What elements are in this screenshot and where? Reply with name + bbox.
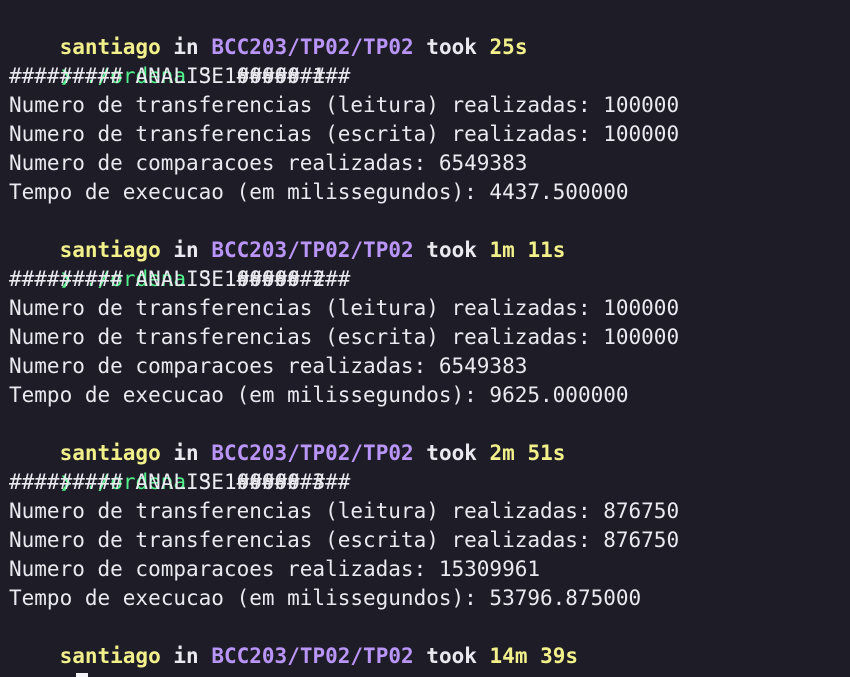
output-line: Numero de transferencias (leitura) reali… (9, 499, 680, 523)
text-cursor[interactable] (76, 672, 89, 677)
prompt-path: BCC203/TP02/TP02 (211, 35, 414, 59)
output-line: Numero de comparacoes realizadas: 153099… (9, 557, 541, 581)
prompt-in-word: in (173, 441, 199, 465)
prompt-user: santiago (59, 644, 161, 668)
output-line: Numero de transferencias (escrita) reali… (9, 325, 680, 349)
output-line: Numero de transferencias (leitura) reali… (9, 93, 680, 117)
terminal-window[interactable]: santiago in BCC203/TP02/TP02 took 25s ❯ … (0, 0, 850, 677)
prompt-duration: 2m 51s (489, 441, 566, 465)
prompt-status-line: santiago in BCC203/TP02/TP02 took 2m 51s (9, 410, 850, 465)
prompt-path: BCC203/TP02/TP02 (211, 441, 414, 465)
output-line: Tempo de execucao (em milissegundos): 44… (9, 180, 629, 204)
prompt-user: santiago (59, 35, 161, 59)
output-line: ######### ANALISE ######### (9, 470, 351, 494)
prompt-duration: 14m 39s (489, 644, 579, 668)
prompt-took-word: took (426, 35, 477, 59)
prompt-in-word: in (173, 644, 199, 668)
prompt-took-word: took (426, 644, 477, 668)
prompt-duration: 25s (489, 35, 528, 59)
output-line: Numero de comparacoes realizadas: 654938… (9, 354, 528, 378)
prompt-status-line: santiago in BCC203/TP02/TP02 took 14m 39… (9, 613, 850, 668)
output-line: Tempo de execucao (em milissegundos): 96… (9, 383, 629, 407)
prompt-user: santiago (59, 238, 161, 262)
output-line: ######### ANALISE ######### (9, 267, 351, 291)
prompt-in-word: in (173, 238, 199, 262)
prompt-path: BCC203/TP02/TP02 (211, 644, 414, 668)
output-line: Numero de transferencias (leitura) reali… (9, 296, 680, 320)
prompt-arrow-icon: ❯ (60, 673, 73, 677)
output-line: ######### ANALISE ######### (9, 64, 351, 88)
output-line: Tempo de execucao (em milissegundos): 53… (9, 586, 642, 610)
output-line: Numero de transferencias (escrita) reali… (9, 528, 680, 552)
prompt-status-line: santiago in BCC203/TP02/TP02 took 1m 11s (9, 207, 850, 262)
output-line: Numero de comparacoes realizadas: 654938… (9, 151, 528, 175)
prompt-status-line: santiago in BCC203/TP02/TP02 took 25s (9, 4, 850, 59)
prompt-user: santiago (59, 441, 161, 465)
prompt-in-word: in (173, 35, 199, 59)
prompt-duration: 1m 11s (489, 238, 566, 262)
prompt-took-word: took (426, 441, 477, 465)
output-line: Numero de transferencias (escrita) reali… (9, 122, 680, 146)
prompt-path: BCC203/TP02/TP02 (211, 238, 414, 262)
prompt-took-word: took (426, 238, 477, 262)
